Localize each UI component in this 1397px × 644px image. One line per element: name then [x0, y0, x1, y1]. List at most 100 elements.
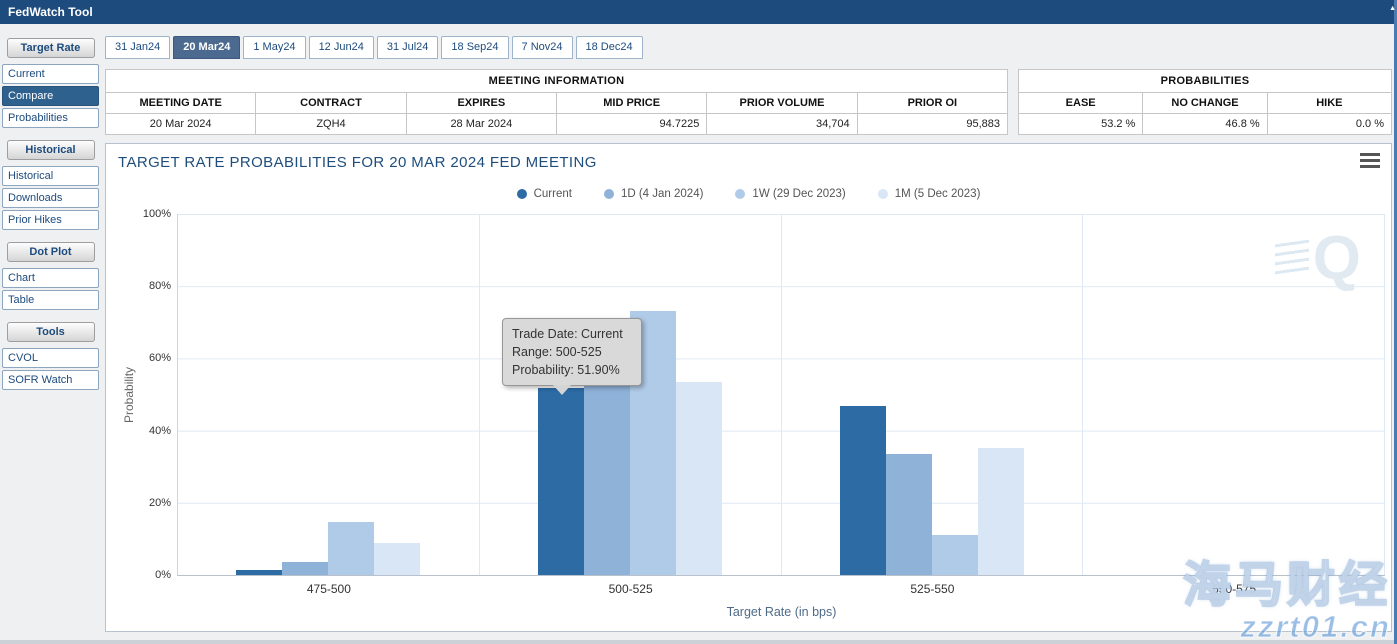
- x-tick-label-525-550: 525-550: [782, 582, 1084, 596]
- legend-label: 1W (29 Dec 2023): [752, 188, 845, 200]
- cell-mid-price: 94.7225: [556, 114, 706, 135]
- meeting-date-tabs: 31 Jan2420 Mar241 May2412 Jun2431 Jul241…: [105, 36, 1392, 59]
- tooltip-probability: Probability: 51.90%: [512, 361, 632, 379]
- y-tick-label: 0%: [155, 569, 171, 581]
- plot-region-475-500: [178, 214, 480, 575]
- content-area: 31 Jan2420 Mar241 May2412 Jun2431 Jul241…: [101, 24, 1397, 644]
- bar-475-500-1d[interactable]: [282, 562, 328, 575]
- hamburger-menu-icon[interactable]: [1360, 153, 1380, 171]
- bar-525-550-current[interactable]: [840, 406, 886, 575]
- sidebar-item-current[interactable]: Current: [2, 64, 99, 84]
- x-tick-labels: 475-500500-525525-550550-575: [178, 575, 1385, 596]
- tab-1-may24[interactable]: 1 May24: [243, 36, 305, 59]
- tab-18-sep24[interactable]: 18 Sep24: [441, 36, 508, 59]
- col-header-hike: HIKE: [1267, 93, 1391, 114]
- sidebar-item-table[interactable]: Table: [2, 290, 99, 310]
- legend-item-1d-4-jan-2024[interactable]: 1D (4 Jan 2024): [604, 188, 703, 200]
- tab-31-jul24[interactable]: 31 Jul24: [377, 36, 439, 59]
- bar-525-550-1m[interactable]: [978, 448, 1024, 575]
- bar-475-500-1m[interactable]: [374, 543, 420, 575]
- bar-525-550-1w[interactable]: [932, 535, 978, 575]
- bar-475-500-1w[interactable]: [328, 522, 374, 575]
- legend-dot-icon: [878, 189, 888, 199]
- sidebar-section-header-historical[interactable]: Historical: [7, 140, 95, 160]
- y-tick-label: 100%: [143, 208, 171, 220]
- col-header-ease: EASE: [1019, 93, 1143, 114]
- legend-label: 1D (4 Jan 2024): [621, 188, 703, 200]
- sidebar-item-sofr-watch[interactable]: SOFR Watch: [2, 370, 99, 390]
- sidebar-section: Tools CVOLSOFR Watch: [0, 322, 101, 390]
- bar-group: [1142, 214, 1326, 575]
- legend-dot-icon: [604, 189, 614, 199]
- cell-contract: ZQH4: [256, 114, 406, 135]
- meeting-information-title: MEETING INFORMATION: [106, 70, 1008, 93]
- plot-area: Probability 475-500500-525525-550550-575…: [177, 214, 1385, 576]
- sidebar-item-cvol[interactable]: CVOL: [2, 348, 99, 368]
- cell-prior-oi: 95,883: [857, 114, 1007, 135]
- meeting-information-table: MEETING INFORMATIONMEETING DATECONTRACTE…: [105, 69, 1008, 135]
- sidebar-section-header-tools[interactable]: Tools: [7, 322, 95, 342]
- legend-label: Current: [534, 188, 572, 200]
- col-header-prior-oi: PRIOR OI: [857, 93, 1007, 114]
- x-tick-label-550-575: 550-575: [1083, 582, 1385, 596]
- sidebar-section-header-target-rate[interactable]: Target Rate: [7, 38, 95, 58]
- chart-panel: TARGET RATE PROBABILITIES FOR 20 MAR 202…: [105, 143, 1392, 632]
- x-tick-label-475-500: 475-500: [178, 582, 480, 596]
- legend-dot-icon: [517, 189, 527, 199]
- sidebar-item-prior-hikes[interactable]: Prior Hikes: [2, 210, 99, 230]
- x-tick-label-500-525: 500-525: [480, 582, 782, 596]
- tab-20-mar24[interactable]: 20 Mar24: [173, 36, 240, 59]
- y-axis-title: Probability: [122, 214, 138, 575]
- chart-title: TARGET RATE PROBABILITIES FOR 20 MAR 202…: [118, 154, 597, 171]
- cell-hike: 0.0 %: [1267, 114, 1391, 135]
- app-header: FedWatch Tool: [0, 0, 1397, 24]
- info-tables-row: MEETING INFORMATIONMEETING DATECONTRACT E…: [105, 69, 1392, 135]
- bar-525-550-1d[interactable]: [886, 454, 932, 575]
- y-tick-label: 60%: [149, 352, 171, 364]
- main-area: Target RateCurrentCompareProbabilitiesHi…: [0, 24, 1397, 644]
- plot-region-525-550: [782, 214, 1084, 575]
- col-header-meeting-date: MEETING DATE: [106, 93, 256, 114]
- bar-group: [840, 214, 1024, 575]
- legend-item-1w-29-dec-2023[interactable]: 1W (29 Dec 2023): [735, 188, 845, 200]
- sidebar: Target Rate CurrentCompareProbabilities Hi…: [0, 24, 101, 644]
- tab-31-jan24[interactable]: 31 Jan24: [105, 36, 170, 59]
- cell-no-change: 46.8 %: [1143, 114, 1267, 135]
- tab-18-dec24[interactable]: 18 Dec24: [576, 36, 643, 59]
- y-tick-label: 20%: [149, 497, 171, 509]
- probabilities-title: PROBABILITIES: [1019, 70, 1392, 93]
- sidebar-section-header-dot-plot[interactable]: Dot Plot: [7, 242, 95, 262]
- bar-500-525-1m[interactable]: [676, 382, 722, 575]
- probabilities-table: PROBABILITIESEASENO CHANGEHIKE 53.2 %46.8…: [1018, 69, 1392, 135]
- legend-item-current[interactable]: Current: [517, 188, 572, 200]
- legend-item-1m-5-dec-2023[interactable]: 1M (5 Dec 2023): [878, 188, 981, 200]
- chart-tooltip: Trade Date: Current Range: 500-525 Proba…: [502, 318, 642, 386]
- tab-12-jun24[interactable]: 12 Jun24: [309, 36, 374, 59]
- sidebar-item-downloads[interactable]: Downloads: [2, 188, 99, 208]
- bar-group: [236, 214, 420, 575]
- tooltip-arrow: [553, 385, 571, 395]
- app-title: FedWatch Tool: [8, 5, 93, 19]
- tooltip-range: Range: 500-525: [512, 343, 632, 361]
- bar-regions: [178, 214, 1385, 575]
- horizontal-scrollbar[interactable]: [0, 640, 1394, 644]
- x-axis-title: Target Rate (in bps): [178, 605, 1385, 619]
- plot-region-550-575: [1083, 214, 1385, 575]
- scrollbar-up-arrow-icon[interactable]: ▲: [1389, 5, 1396, 12]
- sidebar-item-historical[interactable]: Historical: [2, 166, 99, 186]
- col-header-contract: CONTRACT: [256, 93, 406, 114]
- col-header-mid-price: MID PRICE: [556, 93, 706, 114]
- sidebar-item-chart[interactable]: Chart: [2, 268, 99, 288]
- sidebar-section: Dot Plot ChartTable: [0, 242, 101, 310]
- bar-500-525-current[interactable]: [538, 388, 584, 575]
- plot-region-500-525: [480, 214, 782, 575]
- col-header-no-change: NO CHANGE: [1143, 93, 1267, 114]
- cell-meeting-date: 20 Mar 2024: [106, 114, 256, 135]
- cell-ease: 53.2 %: [1019, 114, 1143, 135]
- tab-7-nov24[interactable]: 7 Nov24: [512, 36, 573, 59]
- col-header-prior-volume: PRIOR VOLUME: [707, 93, 857, 114]
- sidebar-section: HistoricalHistoricalDownloadsPrior Hikes: [0, 140, 101, 230]
- sidebar-item-probabilities[interactable]: Probabilities: [2, 108, 99, 128]
- sidebar-item-compare[interactable]: Compare: [2, 86, 99, 106]
- cell-expires: 28 Mar 2024: [406, 114, 556, 135]
